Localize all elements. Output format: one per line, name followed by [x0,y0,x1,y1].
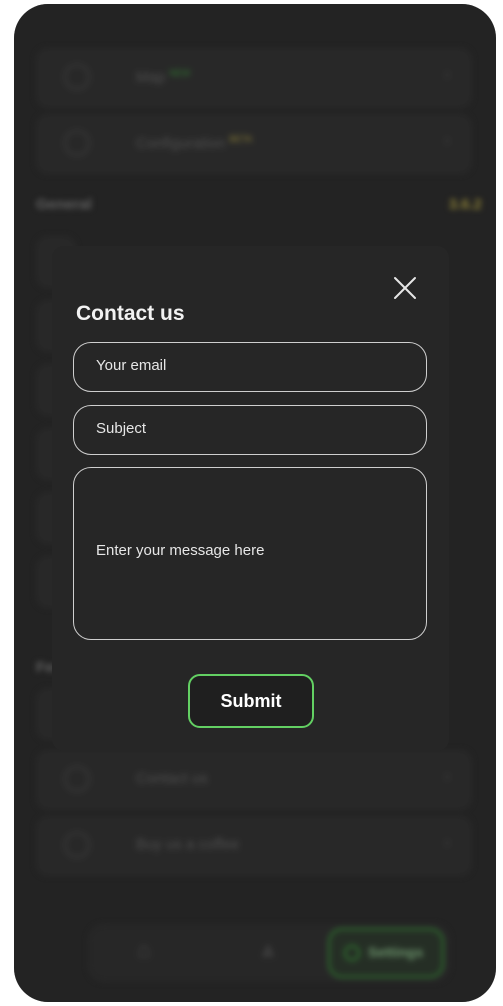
subject-field[interactable]: Subject [73,405,427,455]
modal-title: Contact us [76,302,185,325]
close-icon[interactable] [391,274,419,302]
subject-placeholder: Subject [96,420,147,437]
contact-modal: Contact us Your email Subject Enter your… [52,246,449,751]
submit-button[interactable]: Submit [188,674,314,728]
message-placeholder: Enter your message here [96,542,265,559]
email-placeholder: Your email [96,357,167,374]
message-textarea[interactable]: Enter your message here [73,467,427,640]
email-field[interactable]: Your email [73,342,427,392]
